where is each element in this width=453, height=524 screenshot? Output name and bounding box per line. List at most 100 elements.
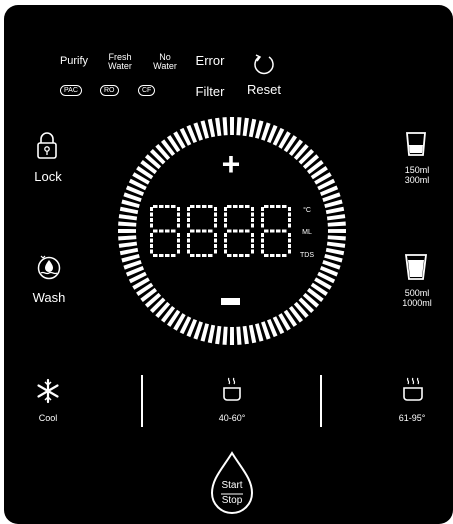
- digit-segment: [214, 233, 217, 237]
- digit-segment: [233, 205, 238, 208]
- digit-segment: [190, 254, 195, 257]
- digit-segment: [187, 218, 190, 222]
- digit-segment: [159, 229, 164, 233]
- dial-tick: [222, 326, 228, 345]
- digit-segment: [276, 229, 281, 233]
- digit-segment: [187, 238, 190, 243]
- digit-segment: [261, 212, 264, 217]
- digit-segment: [196, 205, 201, 208]
- digit-segment: [150, 212, 153, 217]
- digit-segment: [177, 223, 180, 228]
- digit-segment: [177, 218, 180, 222]
- digit-segment: [233, 254, 238, 257]
- digit-segment: [224, 218, 227, 222]
- warm-button[interactable]: 40-60°: [210, 377, 254, 427]
- digit-segment: [150, 223, 153, 228]
- divider-right: [320, 375, 322, 427]
- cool-button[interactable]: Cool: [28, 377, 68, 427]
- digit-segment: [251, 249, 254, 254]
- digit-segment: [261, 218, 264, 222]
- digit-segment: [150, 244, 153, 248]
- digit-segment: [177, 233, 180, 237]
- digit-segment: [261, 249, 264, 254]
- digit-segment: [196, 254, 201, 257]
- digit-segment: [282, 254, 287, 257]
- digit-segment: [177, 249, 180, 254]
- digit-segment: [233, 229, 238, 233]
- dial-tick: [242, 325, 249, 345]
- minus-button[interactable]: [220, 295, 242, 309]
- digit-segment: [261, 238, 264, 243]
- dial-tick: [119, 206, 139, 215]
- digit-segment: [177, 212, 180, 217]
- digit-segment: [224, 238, 227, 243]
- unit-celsius: °C: [303, 207, 311, 214]
- digit-segment: [196, 229, 201, 233]
- digit-segment: [288, 218, 291, 222]
- dial-tick: [215, 117, 222, 137]
- digit-segment: [239, 254, 244, 257]
- digit-segment: [153, 254, 158, 257]
- digit-segment: [282, 229, 287, 233]
- digit-segment: [159, 205, 164, 208]
- dial-tick: [215, 325, 222, 345]
- digit-segment: [187, 223, 190, 228]
- digit-segment: [288, 249, 291, 254]
- digit-segment: [150, 238, 153, 243]
- dial-tick: [236, 326, 242, 345]
- digit-segment: [245, 229, 250, 233]
- digit-segment: [282, 205, 287, 208]
- dial-tick: [326, 214, 346, 221]
- digit-segment: [251, 223, 254, 228]
- digit-segment: [187, 244, 190, 248]
- digit-segment: [239, 205, 244, 208]
- dial-tick: [222, 117, 228, 136]
- digit-segment: [270, 205, 275, 208]
- digit-segment: [150, 249, 153, 254]
- dial-tick: [325, 206, 345, 215]
- plus-label: +: [221, 146, 241, 182]
- digit-segment: [245, 205, 250, 208]
- digit-segment: [251, 218, 254, 222]
- dial-tick: [118, 235, 137, 241]
- digit-segment: [251, 244, 254, 248]
- minus-bar: [221, 298, 240, 305]
- digit-segment: [288, 233, 291, 237]
- digit-segment: [214, 207, 217, 211]
- warm-cup-icon: [223, 377, 241, 401]
- digit-segment: [261, 207, 264, 211]
- start-label: Start: [221, 480, 243, 491]
- digit-segment: [224, 233, 227, 237]
- digit-segment: [227, 229, 232, 233]
- hot-cup-icon: [403, 377, 423, 401]
- digit-segment: [165, 229, 170, 233]
- digit-segment: [165, 254, 170, 257]
- digit-segment: [276, 205, 281, 208]
- dial-tick: [207, 118, 216, 138]
- digit-segment: [208, 205, 213, 208]
- divider-left: [141, 375, 143, 427]
- plus-button[interactable]: +: [218, 147, 244, 181]
- control-panel: Purify Fresh Water No Water Error Filter…: [4, 5, 453, 524]
- digit-segment: [202, 205, 207, 208]
- dial-tick: [207, 324, 216, 344]
- start-stop-button[interactable]: Start Stop: [208, 451, 256, 517]
- digit-segment: [251, 233, 254, 237]
- hot-button[interactable]: 61-95°: [390, 377, 434, 427]
- dial-tick: [242, 117, 249, 137]
- digit-segment: [187, 212, 190, 217]
- digit-segment: [187, 207, 190, 211]
- digit-segment: [261, 233, 264, 237]
- stop-label: Stop: [221, 495, 243, 506]
- dial-tick: [248, 118, 257, 138]
- dial-tick: [118, 241, 138, 248]
- digit-segment: [288, 207, 291, 211]
- digit-segment: [150, 207, 153, 211]
- digit-segment: [264, 229, 269, 233]
- digit-segment: [187, 249, 190, 254]
- digit-display: [150, 205, 291, 257]
- digit-segment: [270, 229, 275, 233]
- digit-segment: [208, 254, 213, 257]
- digit-segment: [187, 233, 190, 237]
- digit-segment: [239, 229, 244, 233]
